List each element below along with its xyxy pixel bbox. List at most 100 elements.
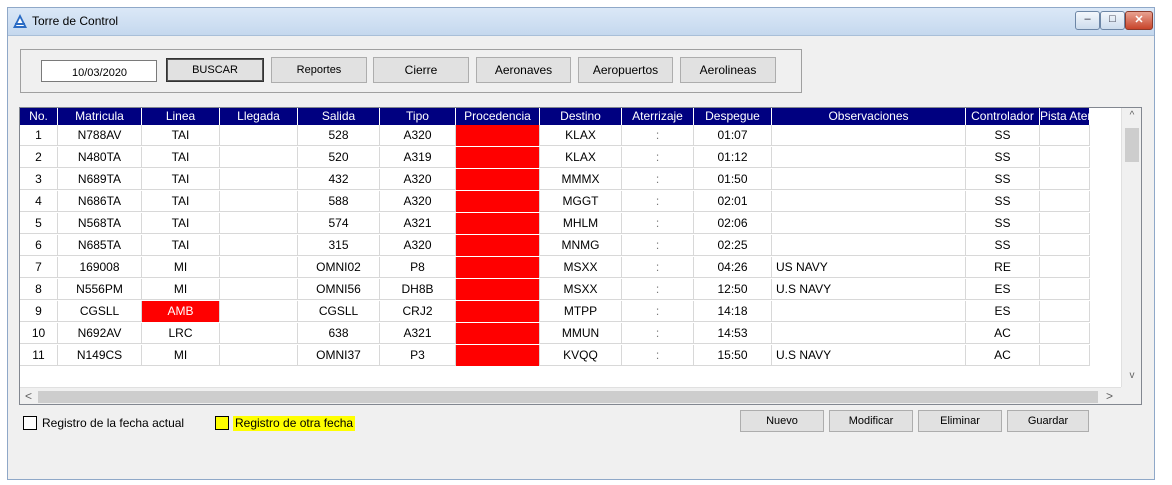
cell-controlador[interactable]: SS <box>966 235 1040 256</box>
cell-no[interactable]: 4 <box>20 191 58 212</box>
cell-destino[interactable]: MSXX <box>540 279 622 300</box>
cell-procedencia[interactable] <box>456 323 540 344</box>
cell-aterrizaje[interactable]: : <box>622 169 694 190</box>
cell-linea[interactable]: LRC <box>142 323 220 344</box>
cell-controlador[interactable]: SS <box>966 147 1040 168</box>
cell-linea[interactable]: TAI <box>142 235 220 256</box>
cell-controlador[interactable]: AC <box>966 323 1040 344</box>
minimize-button[interactable]: – <box>1075 11 1100 30</box>
cell-tipo[interactable]: P8 <box>380 257 456 278</box>
cell-linea[interactable]: MI <box>142 345 220 366</box>
cell-matricula[interactable]: N689TA <box>58 169 142 190</box>
cell-observaciones[interactable] <box>772 169 966 190</box>
cell-observaciones[interactable] <box>772 323 966 344</box>
cell-despegue[interactable]: 15:50 <box>694 345 772 366</box>
cell-matricula[interactable]: N788AV <box>58 125 142 146</box>
cell-observaciones[interactable] <box>772 147 966 168</box>
cierre-button[interactable]: Cierre <box>373 57 469 83</box>
cell-matricula[interactable]: N692AV <box>58 323 142 344</box>
cell-destino[interactable]: MGGT <box>540 191 622 212</box>
aeropuertos-button[interactable]: Aeropuertos <box>578 57 673 83</box>
cell-despegue[interactable]: 14:53 <box>694 323 772 344</box>
cell-procedencia[interactable] <box>456 279 540 300</box>
cell-llegada[interactable] <box>220 235 298 256</box>
cell-tipo[interactable]: A320 <box>380 169 456 190</box>
cell-aterrizaje[interactable]: : <box>622 147 694 168</box>
cell-observaciones[interactable] <box>772 213 966 234</box>
cell-destino[interactable]: MHLM <box>540 213 622 234</box>
cell-procedencia[interactable] <box>456 301 540 322</box>
flights-grid[interactable]: No. Matricula Linea Llegada Salida Tipo Proced… <box>19 107 1142 405</box>
cell-controlador[interactable]: SS <box>966 213 1040 234</box>
cell-salida[interactable]: OMNI56 <box>298 279 380 300</box>
cell-controlador[interactable]: ES <box>966 279 1040 300</box>
column-header-destino[interactable]: Destino <box>540 108 622 125</box>
cell-destino[interactable]: MNMG <box>540 235 622 256</box>
column-header-observaciones[interactable]: Observaciones <box>772 108 966 125</box>
eliminar-button[interactable]: Eliminar <box>918 410 1002 432</box>
cell-no[interactable]: 5 <box>20 213 58 234</box>
cell-no[interactable]: 10 <box>20 323 58 344</box>
cell-procedencia[interactable] <box>456 345 540 366</box>
cell-aterrizaje[interactable]: : <box>622 235 694 256</box>
nuevo-button[interactable]: Nuevo <box>740 410 824 432</box>
cell-observaciones[interactable] <box>772 235 966 256</box>
cell-controlador[interactable]: RE <box>966 257 1040 278</box>
aeronaves-button[interactable]: Aeronaves <box>476 57 571 83</box>
cell-destino[interactable]: KLAX <box>540 125 622 146</box>
cell-tipo[interactable]: A319 <box>380 147 456 168</box>
column-header-salida[interactable]: Salida <box>298 108 380 125</box>
cell-llegada[interactable] <box>220 345 298 366</box>
horizontal-scroll-thumb[interactable] <box>38 391 1098 403</box>
cell-tipo[interactable]: P3 <box>380 345 456 366</box>
table-row[interactable]: 9 CGSLL AMB CGSLL CRJ2 MTPP:14:18 ES <box>20 301 1090 322</box>
cell-observaciones[interactable]: US NAVY <box>772 257 966 278</box>
cell-salida[interactable]: 638 <box>298 323 380 344</box>
cell-linea[interactable]: TAI <box>142 147 220 168</box>
buscar-button[interactable]: BUSCAR <box>166 58 264 82</box>
cell-linea[interactable]: MI <box>142 257 220 278</box>
cell-procedencia[interactable] <box>456 257 540 278</box>
cell-matricula[interactable]: N685TA <box>58 235 142 256</box>
cell-salida[interactable]: CGSLL <box>298 301 380 322</box>
cell-tipo[interactable]: CRJ2 <box>380 301 456 322</box>
maximize-button[interactable]: □ <box>1100 11 1125 30</box>
cell-controlador[interactable]: AC <box>966 345 1040 366</box>
scroll-up-icon[interactable]: ^ <box>1122 110 1141 121</box>
column-header-despegue[interactable]: Despegue <box>694 108 772 125</box>
table-row[interactable]: 2 N480TA TAI 520 A319 KLAX:01:12 SS <box>20 147 1090 168</box>
cell-salida[interactable]: OMNI02 <box>298 257 380 278</box>
table-row[interactable]: 11 N149CS MI OMNI37 P3 KVQQ:15:50 U.S NAVY AC <box>20 345 1090 366</box>
cell-no[interactable]: 11 <box>20 345 58 366</box>
cell-despegue[interactable]: 12:50 <box>694 279 772 300</box>
date-input[interactable] <box>41 60 157 82</box>
cell-matricula[interactable]: N686TA <box>58 191 142 212</box>
cell-linea[interactable]: MI <box>142 279 220 300</box>
cell-llegada[interactable] <box>220 301 298 322</box>
cell-controlador[interactable]: SS <box>966 191 1040 212</box>
aerolineas-button[interactable]: Aerolineas <box>680 57 776 83</box>
column-header-tipo[interactable]: Tipo <box>380 108 456 125</box>
reportes-button[interactable]: Reportes <box>271 57 367 83</box>
column-header-procedencia[interactable]: Procedencia <box>456 108 540 125</box>
cell-destino[interactable]: KLAX <box>540 147 622 168</box>
cell-procedencia[interactable] <box>456 169 540 190</box>
cell-pista[interactable] <box>1040 301 1090 322</box>
cell-despegue[interactable]: 01:07 <box>694 125 772 146</box>
scroll-down-icon[interactable]: v <box>1122 370 1141 381</box>
cell-pista[interactable] <box>1040 345 1090 366</box>
cell-procedencia[interactable] <box>456 191 540 212</box>
cell-salida[interactable]: OMNI37 <box>298 345 380 366</box>
modificar-button[interactable]: Modificar <box>829 410 913 432</box>
cell-llegada[interactable] <box>220 191 298 212</box>
cell-pista[interactable] <box>1040 257 1090 278</box>
cell-observaciones[interactable] <box>772 301 966 322</box>
cell-llegada[interactable] <box>220 323 298 344</box>
table-row[interactable]: 7 169008 MI OMNI02 P8 MSXX:04:26 US NAVY RE <box>20 257 1090 278</box>
cell-llegada[interactable] <box>220 169 298 190</box>
cell-no[interactable]: 9 <box>20 301 58 322</box>
cell-salida[interactable]: 588 <box>298 191 380 212</box>
column-header-llegada[interactable]: Llegada <box>220 108 298 125</box>
cell-observaciones[interactable] <box>772 191 966 212</box>
table-row[interactable]: 6 N685TA TAI 315 A320 MNMG:02:25 SS <box>20 235 1090 256</box>
